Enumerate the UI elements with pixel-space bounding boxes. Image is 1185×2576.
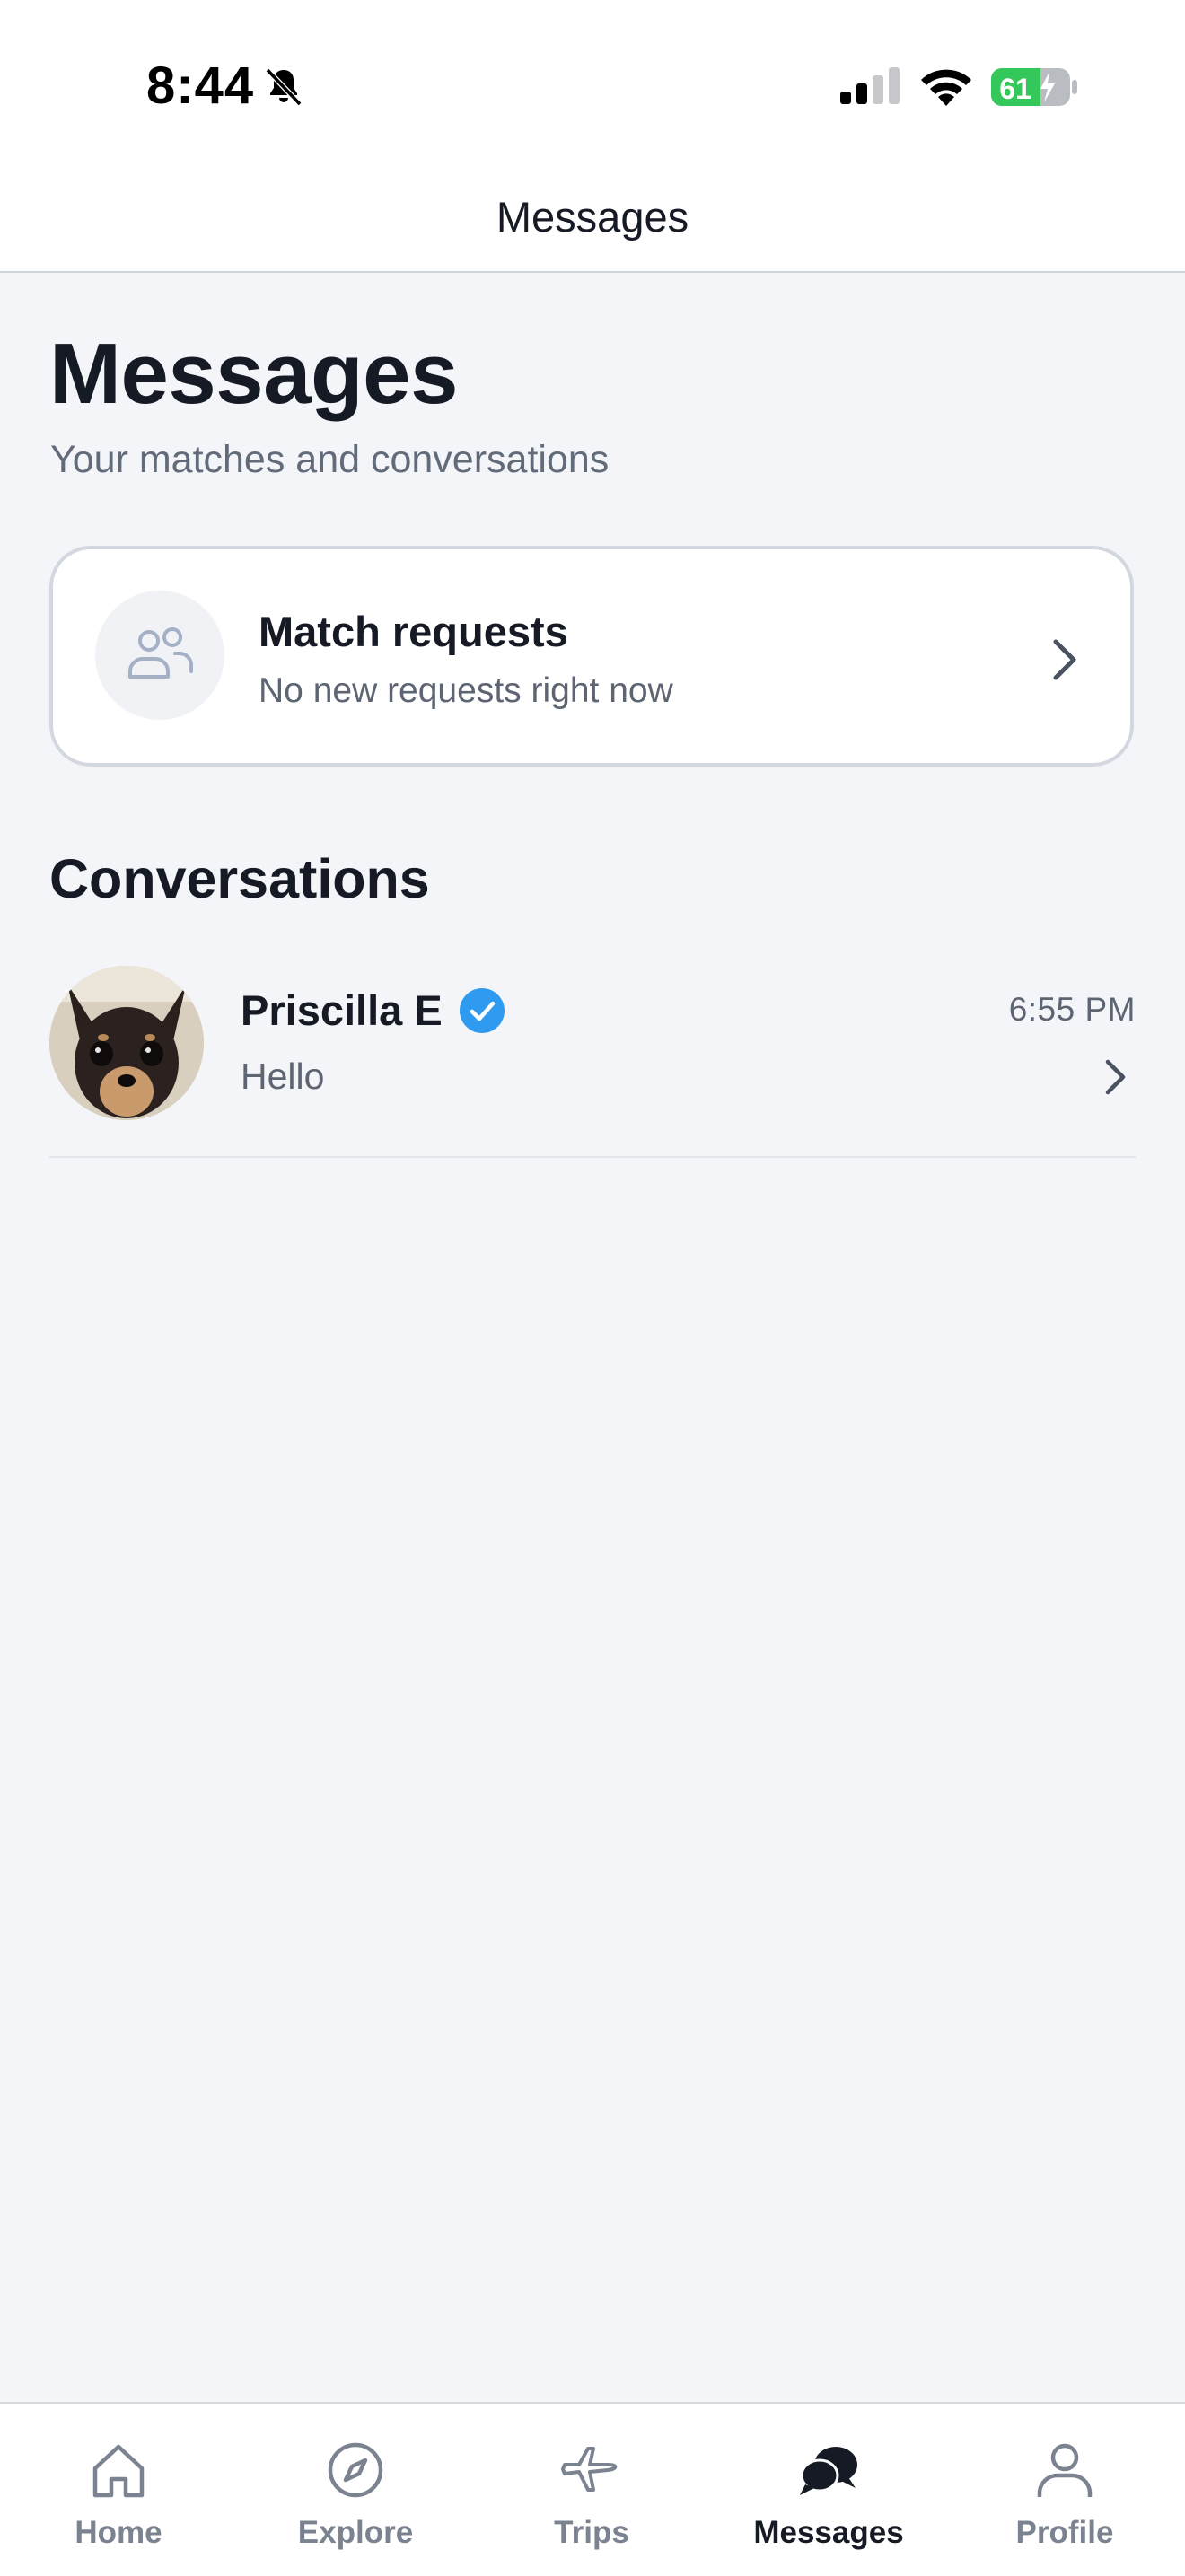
battery-level: 61 — [999, 73, 1031, 105]
tab-messages[interactable]: Messages — [739, 2404, 918, 2576]
tab-label-messages: Messages — [753, 2515, 904, 2550]
conversation-time: 6:55 PM — [1008, 991, 1136, 1028]
tab-label-home: Home — [75, 2515, 162, 2550]
match-requests-card[interactable]: Match requests No new requests right now — [49, 546, 1134, 767]
nav-header: Messages — [0, 171, 1185, 273]
chevron-right-icon — [1105, 1059, 1126, 1095]
chevron-right-icon — [1053, 639, 1076, 680]
tab-trips[interactable]: Trips — [502, 2404, 681, 2576]
conversation-row[interactable]: Priscilla E Hello 6:55 PM — [49, 960, 1136, 1158]
tab-label-profile: Profile — [1015, 2515, 1114, 2550]
conversation-preview: Hello — [241, 1056, 325, 1097]
tab-label-trips: Trips — [554, 2515, 629, 2550]
compass-icon — [328, 2442, 383, 2498]
cellular-signal-icon — [840, 67, 900, 104]
tab-label-explore: Explore — [297, 2515, 414, 2550]
plane-icon — [561, 2447, 618, 2492]
avatar — [49, 966, 204, 1120]
chat-bubbles-icon — [800, 2447, 857, 2495]
tab-profile[interactable]: Profile — [975, 2404, 1154, 2576]
match-requests-subtitle: No new requests right now — [259, 671, 673, 710]
battery-icon: 61 — [991, 68, 1077, 106]
nav-title: Messages — [496, 193, 689, 241]
match-requests-icon-container — [95, 591, 224, 720]
verified-badge-icon — [460, 988, 505, 1033]
page-subtitle: Your matches and conversations — [50, 438, 610, 481]
tab-explore[interactable]: Explore — [266, 2404, 445, 2576]
people-icon — [128, 627, 193, 679]
home-icon — [92, 2444, 145, 2498]
tab-bar: Home Explore Trips Messages Profile — [0, 2402, 1185, 2576]
wifi-icon — [921, 69, 971, 106]
tab-home[interactable]: Home — [29, 2404, 208, 2576]
person-icon — [1037, 2443, 1093, 2497]
conversations-heading: Conversations — [49, 848, 430, 909]
bell-off-icon — [265, 67, 303, 107]
conversation-name: Priscilla E — [241, 986, 443, 1034]
status-bar: 8:44 61 — [0, 0, 1185, 171]
dog-avatar-image — [49, 966, 204, 1120]
match-requests-title: Match requests — [259, 608, 568, 655]
page-title: Messages — [49, 326, 458, 422]
status-time: 8:44 — [146, 57, 255, 115]
